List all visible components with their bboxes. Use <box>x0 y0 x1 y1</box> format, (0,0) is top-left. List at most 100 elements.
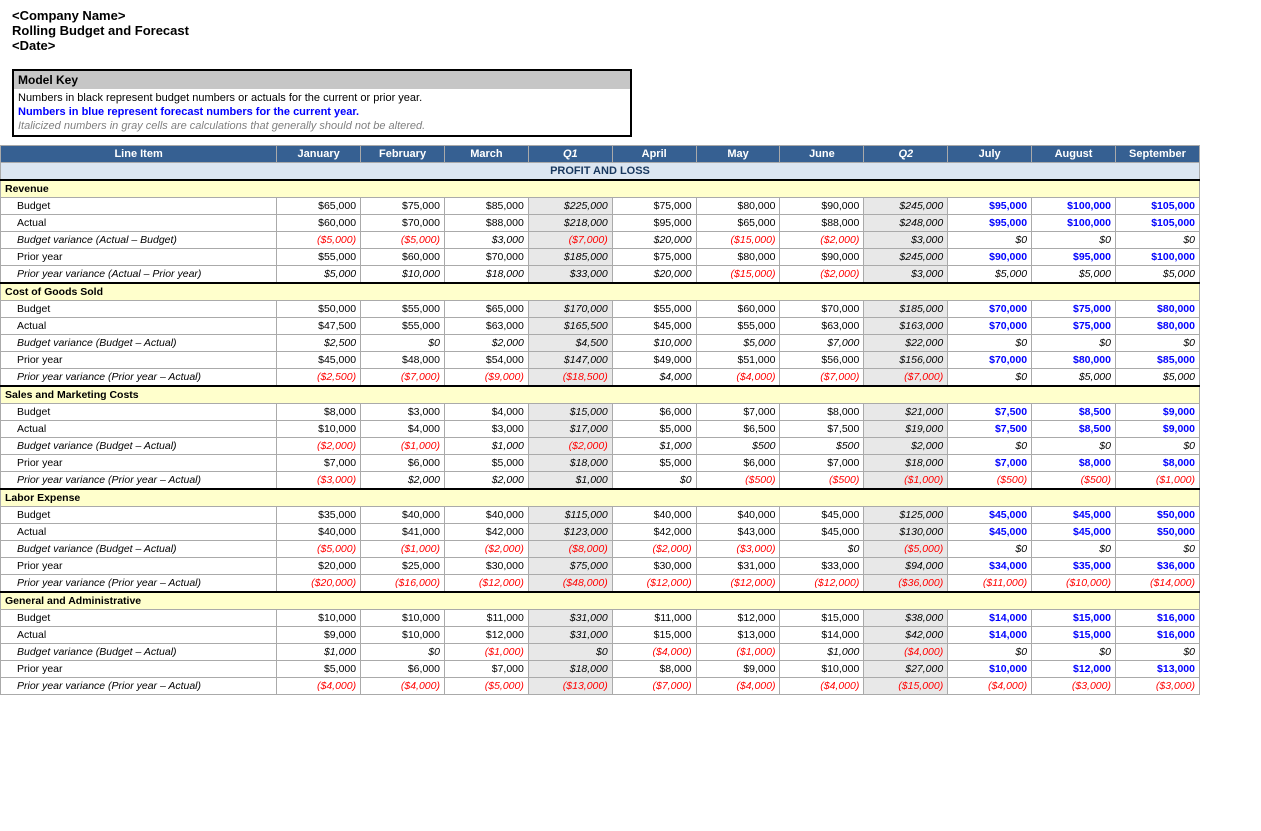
data-cell: $1,000 <box>612 438 696 455</box>
data-cell: $63,000 <box>780 318 864 335</box>
data-cell: $0 <box>948 438 1032 455</box>
data-cell: ($500) <box>780 472 864 490</box>
data-cell: $10,000 <box>277 421 361 438</box>
data-cell: ($4,000) <box>864 644 948 661</box>
data-cell: $15,000 <box>528 404 612 421</box>
data-cell: $7,500 <box>948 421 1032 438</box>
data-cell: $2,000 <box>361 472 445 490</box>
data-cell: $20,000 <box>612 232 696 249</box>
data-cell: $156,000 <box>864 352 948 369</box>
row-label: Budget <box>1 301 277 318</box>
data-cell: $18,000 <box>528 661 612 678</box>
table-row: Budget$8,000$3,000$4,000$15,000$6,000$7,… <box>1 404 1200 421</box>
data-cell: $123,000 <box>528 524 612 541</box>
data-cell: $10,000 <box>780 661 864 678</box>
budget-table: Line Item January February March Q1 Apri… <box>0 145 1200 695</box>
data-cell: $60,000 <box>696 301 780 318</box>
table-row: Budget variance (Budget – Actual)$2,500$… <box>1 335 1200 352</box>
col-header-jun: June <box>780 146 864 163</box>
table-row: Prior year variance (Prior year – Actual… <box>1 369 1200 387</box>
data-cell: $9,000 <box>277 627 361 644</box>
data-cell: $3,000 <box>864 232 948 249</box>
data-cell: $125,000 <box>864 507 948 524</box>
data-cell: ($7,000) <box>864 369 948 387</box>
data-cell: $5,000 <box>1032 369 1116 387</box>
table-row: Prior year$45,000$48,000$54,000$147,000$… <box>1 352 1200 369</box>
model-key-box: Model Key Numbers in black represent bud… <box>12 69 632 137</box>
row-label: Prior year variance (Prior year – Actual… <box>1 472 277 490</box>
data-cell: $55,000 <box>361 318 445 335</box>
table-row: Budget variance (Budget – Actual)($2,000… <box>1 438 1200 455</box>
data-cell: $45,000 <box>780 524 864 541</box>
data-cell: $5,000 <box>696 335 780 352</box>
data-cell: ($1,000) <box>864 472 948 490</box>
data-cell: $17,000 <box>528 421 612 438</box>
data-cell: ($20,000) <box>277 575 361 593</box>
data-cell: $6,000 <box>361 455 445 472</box>
data-cell: $65,000 <box>277 198 361 215</box>
data-cell: $4,000 <box>361 421 445 438</box>
col-header-mar: March <box>444 146 528 163</box>
col-header-apr: April <box>612 146 696 163</box>
data-cell: $11,000 <box>612 610 696 627</box>
data-cell: $4,500 <box>528 335 612 352</box>
data-cell: $18,000 <box>444 266 528 284</box>
model-key-line3: Italicized numbers in gray cells are cal… <box>18 119 626 133</box>
data-cell: $0 <box>948 369 1032 387</box>
data-cell: $2,000 <box>864 438 948 455</box>
col-header-jul: July <box>948 146 1032 163</box>
data-cell: $9,000 <box>1115 404 1199 421</box>
row-label: Budget <box>1 610 277 627</box>
data-cell: ($14,000) <box>1115 575 1199 593</box>
data-cell: $49,000 <box>612 352 696 369</box>
data-cell: $185,000 <box>528 249 612 266</box>
data-cell: ($2,000) <box>528 438 612 455</box>
data-cell: $0 <box>1032 644 1116 661</box>
data-cell: ($2,000) <box>780 266 864 284</box>
col-header-feb: February <box>361 146 445 163</box>
data-cell: ($3,000) <box>1115 678 1199 695</box>
data-cell: $245,000 <box>864 198 948 215</box>
data-cell: $31,000 <box>528 627 612 644</box>
row-label: Prior year <box>1 455 277 472</box>
data-cell: $8,000 <box>1032 455 1116 472</box>
data-cell: $0 <box>1115 541 1199 558</box>
data-cell: ($36,000) <box>864 575 948 593</box>
report-date: <Date> <box>12 38 1249 53</box>
data-cell: $35,000 <box>277 507 361 524</box>
data-cell: $48,000 <box>361 352 445 369</box>
model-key-header: Model Key <box>14 71 630 89</box>
subsection-header-row: General and Administrative <box>1 592 1200 610</box>
data-cell: $12,000 <box>1032 661 1116 678</box>
data-cell: $100,000 <box>1115 249 1199 266</box>
data-cell: $35,000 <box>1032 558 1116 575</box>
data-cell: $6,500 <box>696 421 780 438</box>
data-cell: $45,000 <box>948 524 1032 541</box>
data-cell: $34,000 <box>948 558 1032 575</box>
data-cell: $8,000 <box>780 404 864 421</box>
data-cell: ($1,000) <box>696 644 780 661</box>
data-cell: ($500) <box>948 472 1032 490</box>
data-cell: $0 <box>1032 438 1116 455</box>
data-cell: $245,000 <box>864 249 948 266</box>
data-cell: $0 <box>361 335 445 352</box>
data-cell: $40,000 <box>277 524 361 541</box>
data-cell: $30,000 <box>444 558 528 575</box>
data-cell: ($1,000) <box>361 541 445 558</box>
table-row: Budget$10,000$10,000$11,000$31,000$11,00… <box>1 610 1200 627</box>
data-cell: $0 <box>1115 232 1199 249</box>
data-cell: ($18,500) <box>528 369 612 387</box>
data-cell: $95,000 <box>948 198 1032 215</box>
data-cell: $11,000 <box>444 610 528 627</box>
data-cell: $5,000 <box>948 266 1032 284</box>
table-row: Prior year$20,000$25,000$30,000$75,000$3… <box>1 558 1200 575</box>
main-table-container: Line Item January February March Q1 Apri… <box>0 145 1261 695</box>
data-cell: ($1,000) <box>444 644 528 661</box>
subsection-header-row: Sales and Marketing Costs <box>1 386 1200 404</box>
data-cell: $7,000 <box>948 455 1032 472</box>
data-cell: $3,000 <box>444 421 528 438</box>
data-cell: $0 <box>1032 232 1116 249</box>
data-cell: $0 <box>612 472 696 490</box>
data-cell: $5,000 <box>612 455 696 472</box>
row-label: Actual <box>1 421 277 438</box>
